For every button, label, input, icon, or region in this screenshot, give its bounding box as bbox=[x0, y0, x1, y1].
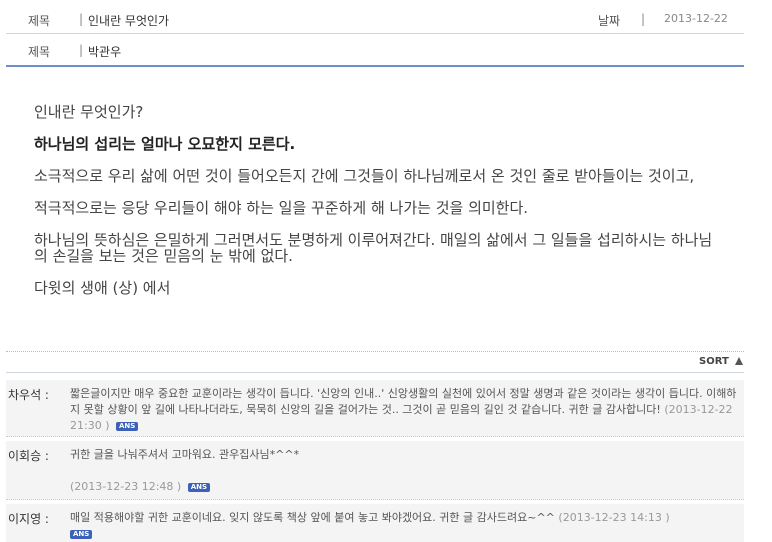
comment-item: 이지영 : 매일 적용해야할 귀한 교훈이네요. 잊지 않도록 책상 앞에 붙여… bbox=[6, 504, 744, 542]
separator: | bbox=[79, 43, 84, 57]
header-divider bbox=[6, 65, 744, 67]
answer-button[interactable]: ANS bbox=[116, 422, 139, 431]
author-label: 제목 bbox=[28, 45, 51, 59]
answer-button[interactable]: ANS bbox=[70, 530, 93, 539]
comment-body: 귀한 글을 나눠주셔서 고마워요. 관우집사님*^^* (2013-12-23 … bbox=[70, 447, 740, 495]
comment-author: 이회승 : bbox=[8, 449, 49, 463]
comment-timestamp: (2013-12-23 14:13 ) bbox=[558, 511, 670, 524]
date-label: 날짜 bbox=[598, 14, 621, 28]
comment-item: 차우석 : 짧은글이지만 매우 중요한 교훈이라는 생각이 듭니다. '신앙의 … bbox=[6, 380, 744, 437]
subject-label: 제목 bbox=[28, 14, 51, 28]
sort-button[interactable]: SORT bbox=[699, 356, 743, 367]
comment-text: 짧은글이지만 매우 중요한 교훈이라는 생각이 듭니다. '신앙의 인내..' … bbox=[70, 387, 737, 416]
post-headline: 하나님의 섭리는 얼마나 오묘한지 모른다. bbox=[34, 135, 296, 153]
comment-body: 매일 적용해야할 귀한 교훈이네요. 잊지 않도록 책상 앞에 붙여 놓고 봐야… bbox=[70, 510, 740, 542]
post-title: 인내란 무엇인가? bbox=[34, 103, 144, 121]
sort-label: SORT bbox=[699, 356, 729, 367]
subject-row: 제목 | 인내란 무엇인가 날짜 | 2013-12-22 bbox=[6, 3, 744, 34]
subject-value: 인내란 무엇인가 bbox=[88, 14, 170, 28]
comment-timestamp: (2013-12-23 12:48 ) bbox=[70, 480, 182, 493]
comment-text: 매일 적용해야할 귀한 교훈이네요. 잊지 않도록 책상 앞에 붙여 놓고 봐야… bbox=[70, 511, 555, 524]
comment-body: 짧은글이지만 매우 중요한 교훈이라는 생각이 듭니다. '신앙의 인내..' … bbox=[70, 386, 740, 434]
separator: | bbox=[79, 12, 84, 26]
post-source: 다윗의 생애 (상) 에서 bbox=[34, 279, 171, 297]
post-paragraph: 적극적으로는 응당 우리들이 해야 하는 일을 꾸준하게 해 나가는 것을 의미… bbox=[34, 199, 529, 217]
author-row: 제목 | 박관우 bbox=[6, 34, 744, 64]
comment-author: 이지영 : bbox=[8, 512, 49, 526]
answer-button[interactable]: ANS bbox=[187, 483, 211, 492]
author-value: 박관우 bbox=[88, 45, 122, 59]
post-paragraph: 소극적으로 우리 삶에 어떤 것이 들어오든지 간에 그것들이 하나님께로서 온… bbox=[34, 167, 695, 185]
date-value: 2013-12-22 bbox=[664, 12, 728, 25]
comments-divider bbox=[6, 351, 744, 352]
sort-triangle-icon bbox=[734, 357, 743, 365]
separator: | bbox=[641, 12, 646, 26]
comments-header-line bbox=[6, 372, 744, 373]
comment-item: 이회승 : 귀한 글을 나눠주셔서 고마워요. 관우집사님*^^* (2013-… bbox=[6, 441, 744, 500]
post-paragraph: 하나님의 뜻하심은 은밀하게 그러면서도 분명하게 이루어져간다. 매일의 삶에… bbox=[34, 231, 713, 265]
comment-author: 차우석 : bbox=[8, 388, 49, 402]
post-content: 인내란 무엇인가? 하나님의 섭리는 얼마나 오묘한지 모른다. 소극적으로 우… bbox=[34, 104, 724, 312]
comment-text: 귀한 글을 나눠주셔서 고마워요. 관우집사님*^^* bbox=[70, 448, 300, 461]
